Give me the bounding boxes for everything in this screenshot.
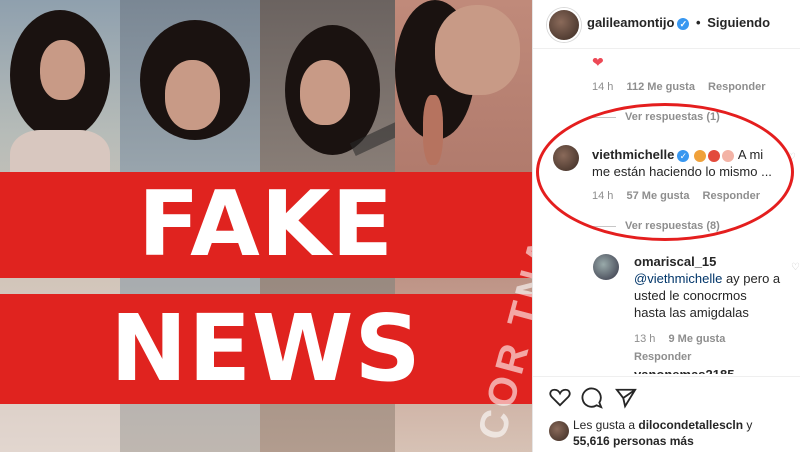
heart-icon: ❤: [592, 54, 604, 70]
heart-icon[interactable]: [549, 387, 571, 407]
reply-button[interactable]: Responder: [708, 81, 765, 93]
comment-meta: 14 h 112 Me gusta Responder: [592, 81, 776, 93]
comment-username[interactable]: omariscal_15: [634, 254, 716, 269]
separator: •: [696, 15, 701, 30]
news-banner: NEWS: [0, 294, 532, 404]
liker-avatar[interactable]: [549, 421, 569, 441]
following-button[interactable]: Siguiendo: [707, 15, 770, 30]
comment-text: hasta las amigdalas: [634, 305, 749, 320]
likes-count[interactable]: 55,616 personas más: [573, 434, 694, 448]
highlight-circle: [536, 103, 794, 241]
reply-button[interactable]: Responder: [634, 351, 691, 363]
comment-meta: 13 h 9 Me gusta Responder: [634, 330, 794, 366]
post-header: galileamontijo ✓ • Siguiendo: [533, 0, 800, 49]
comment-text: usted le conocrmos: [634, 288, 747, 303]
comment-text: ay pero a: [722, 271, 781, 286]
avatar[interactable]: [547, 8, 581, 42]
comment-likes[interactable]: 112 Me gusta: [626, 81, 694, 93]
like-comment-icon[interactable]: ♡: [791, 262, 800, 273]
comment-icon[interactable]: [581, 387, 603, 409]
header-username[interactable]: galileamontijo: [587, 15, 674, 30]
likes-summary: Les gusta a dilocondetallescln y 55,616 …: [573, 418, 753, 448]
comment-likes[interactable]: 9 Me gusta: [668, 333, 725, 345]
post-image[interactable]: FAKE NEWS COR TNA: [0, 0, 532, 452]
fake-banner: FAKE: [0, 172, 532, 278]
comment-time: 14 h: [592, 81, 614, 93]
commenter-avatar[interactable]: [593, 254, 619, 280]
mention-link[interactable]: @viethmichelle: [634, 271, 722, 286]
share-icon[interactable]: [615, 387, 637, 409]
comment-time: 13 h: [634, 333, 656, 345]
action-bar: Les gusta a dilocondetallescln y 55,616 …: [533, 376, 800, 453]
comment-username-partial[interactable]: yanonemas2185: [634, 366, 734, 374]
comment-omariscal: omariscal_15 @viethmichelle ay pero a us…: [634, 253, 794, 321]
liker-username[interactable]: dilocondetallescln: [638, 418, 743, 432]
verified-icon: ✓: [677, 17, 690, 30]
